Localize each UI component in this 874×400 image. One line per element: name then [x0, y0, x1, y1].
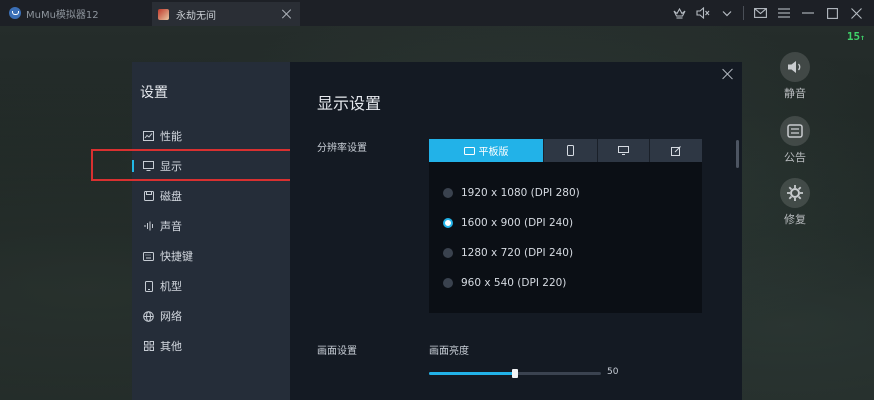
resolution-options: 1920 x 1080 (DPI 280) 1600 x 900 (DPI 24…	[429, 162, 702, 313]
page-title: 显示设置	[317, 94, 382, 113]
repair-button[interactable]: 修复	[776, 178, 814, 227]
mumu-logo-icon	[9, 7, 21, 19]
sidebar-item-sound[interactable]: 声音	[132, 212, 290, 240]
resolution-tabs: 平板版	[429, 139, 702, 162]
notice-button[interactable]: 公告	[776, 116, 814, 165]
sidebar-item-model[interactable]: 机型	[132, 272, 290, 300]
resolution-option-1600[interactable]: 1600 x 900 (DPI 240)	[443, 215, 573, 231]
keyboard-icon	[143, 251, 154, 262]
sidebar-item-shortcuts[interactable]: 快捷键	[132, 242, 290, 270]
brightness-slider[interactable]	[429, 369, 601, 378]
sidebar-item-label: 声音	[160, 220, 182, 233]
display-settings-panel: 显示设置 分辨率设置 平板版 1920 x 1080 (DPI 280) 160…	[290, 62, 742, 400]
sidebar-item-network[interactable]: 网络	[132, 302, 290, 330]
resolution-option-960[interactable]: 960 x 540 (DPI 220)	[443, 275, 566, 291]
sidebar-item-performance[interactable]: 性能	[132, 122, 290, 150]
resolution-option-label: 1280 x 720 (DPI 240)	[461, 247, 574, 259]
grid-icon	[143, 341, 154, 352]
sidebar-item-other[interactable]: 其他	[132, 332, 290, 360]
notice-label: 公告	[784, 151, 806, 164]
game-icon	[158, 8, 169, 20]
mail-icon[interactable]	[748, 0, 772, 26]
resolution-label: 分辨率设置	[317, 143, 367, 154]
crown-icon[interactable]	[667, 0, 691, 26]
tablet-icon	[463, 146, 475, 155]
resolution-option-1920[interactable]: 1920 x 1080 (DPI 280)	[443, 185, 580, 201]
divider	[743, 6, 744, 20]
sidebar-item-label: 磁盘	[160, 190, 182, 203]
close-icon[interactable]	[722, 68, 734, 80]
menu-icon[interactable]	[772, 0, 796, 26]
maximize-icon[interactable]	[820, 0, 844, 26]
fps-counter: 15↑	[846, 30, 865, 43]
sidebar-item-label: 机型	[160, 280, 182, 293]
tab-tablet-label: 平板版	[478, 147, 509, 158]
resolution-option-label: 1600 x 900 (DPI 240)	[461, 217, 574, 229]
tab-custom[interactable]	[650, 139, 702, 162]
performance-icon	[143, 131, 154, 142]
app-title: MuMu模拟器12	[26, 9, 99, 21]
radio-button[interactable]	[443, 278, 453, 288]
title-bar: MuMu模拟器12 永劫无间	[0, 0, 874, 26]
phone-icon	[143, 280, 154, 292]
resolution-option-label: 960 x 540 (DPI 220)	[461, 277, 567, 289]
sidebar-item-disk[interactable]: 磁盘	[132, 182, 290, 210]
edit-icon	[671, 145, 681, 156]
sidebar-item-label: 其他	[160, 340, 182, 353]
tab-monitor[interactable]	[598, 139, 650, 162]
tab-tablet[interactable]: 平板版	[429, 139, 544, 162]
speaker-icon	[780, 52, 810, 82]
disk-icon	[143, 191, 154, 202]
brightness-label: 画面亮度	[429, 346, 469, 357]
sound-icon	[143, 221, 154, 232]
tab-phone[interactable]	[544, 139, 598, 162]
settings-title: 设置	[140, 85, 168, 101]
scrollbar[interactable]	[736, 140, 739, 168]
highlight-box	[91, 149, 323, 181]
tab-game[interactable]: 永劫无间	[152, 2, 300, 26]
slider-handle[interactable]	[512, 369, 518, 378]
radio-button[interactable]	[443, 248, 453, 258]
mute-label: 静音	[784, 87, 806, 100]
resolution-option-label: 1920 x 1080 (DPI 280)	[461, 187, 580, 199]
sidebar-item-label: 性能	[160, 130, 182, 143]
mute-button[interactable]: 静音	[776, 52, 814, 101]
network-icon	[143, 310, 154, 322]
sidebar-item-label: 快捷键	[160, 250, 193, 263]
tab-title: 永劫无间	[176, 10, 216, 22]
notice-icon	[780, 116, 810, 146]
tab-close-icon[interactable]	[282, 9, 292, 19]
brightness-value: 50	[607, 367, 619, 377]
close-window-icon[interactable]	[844, 0, 868, 26]
radio-button[interactable]	[443, 188, 453, 198]
volume-mute-icon[interactable]	[691, 0, 715, 26]
resolution-option-1280[interactable]: 1280 x 720 (DPI 240)	[443, 245, 573, 261]
radio-button-selected[interactable]	[443, 218, 453, 228]
slider-fill	[429, 372, 515, 375]
chevron-down-icon[interactable]	[715, 0, 739, 26]
repair-icon	[780, 178, 810, 208]
repair-label: 修复	[784, 213, 806, 226]
picture-settings-label: 画面设置	[317, 346, 357, 357]
monitor-icon	[618, 146, 629, 155]
phone-icon	[567, 145, 574, 156]
sidebar-item-label: 网络	[160, 310, 182, 323]
fps-value: 15	[846, 30, 861, 43]
minimize-icon[interactable]	[796, 0, 820, 26]
settings-sidebar: 设置 性能 显示 磁盘 声音 快捷键 机型 网络 其他	[132, 62, 290, 400]
